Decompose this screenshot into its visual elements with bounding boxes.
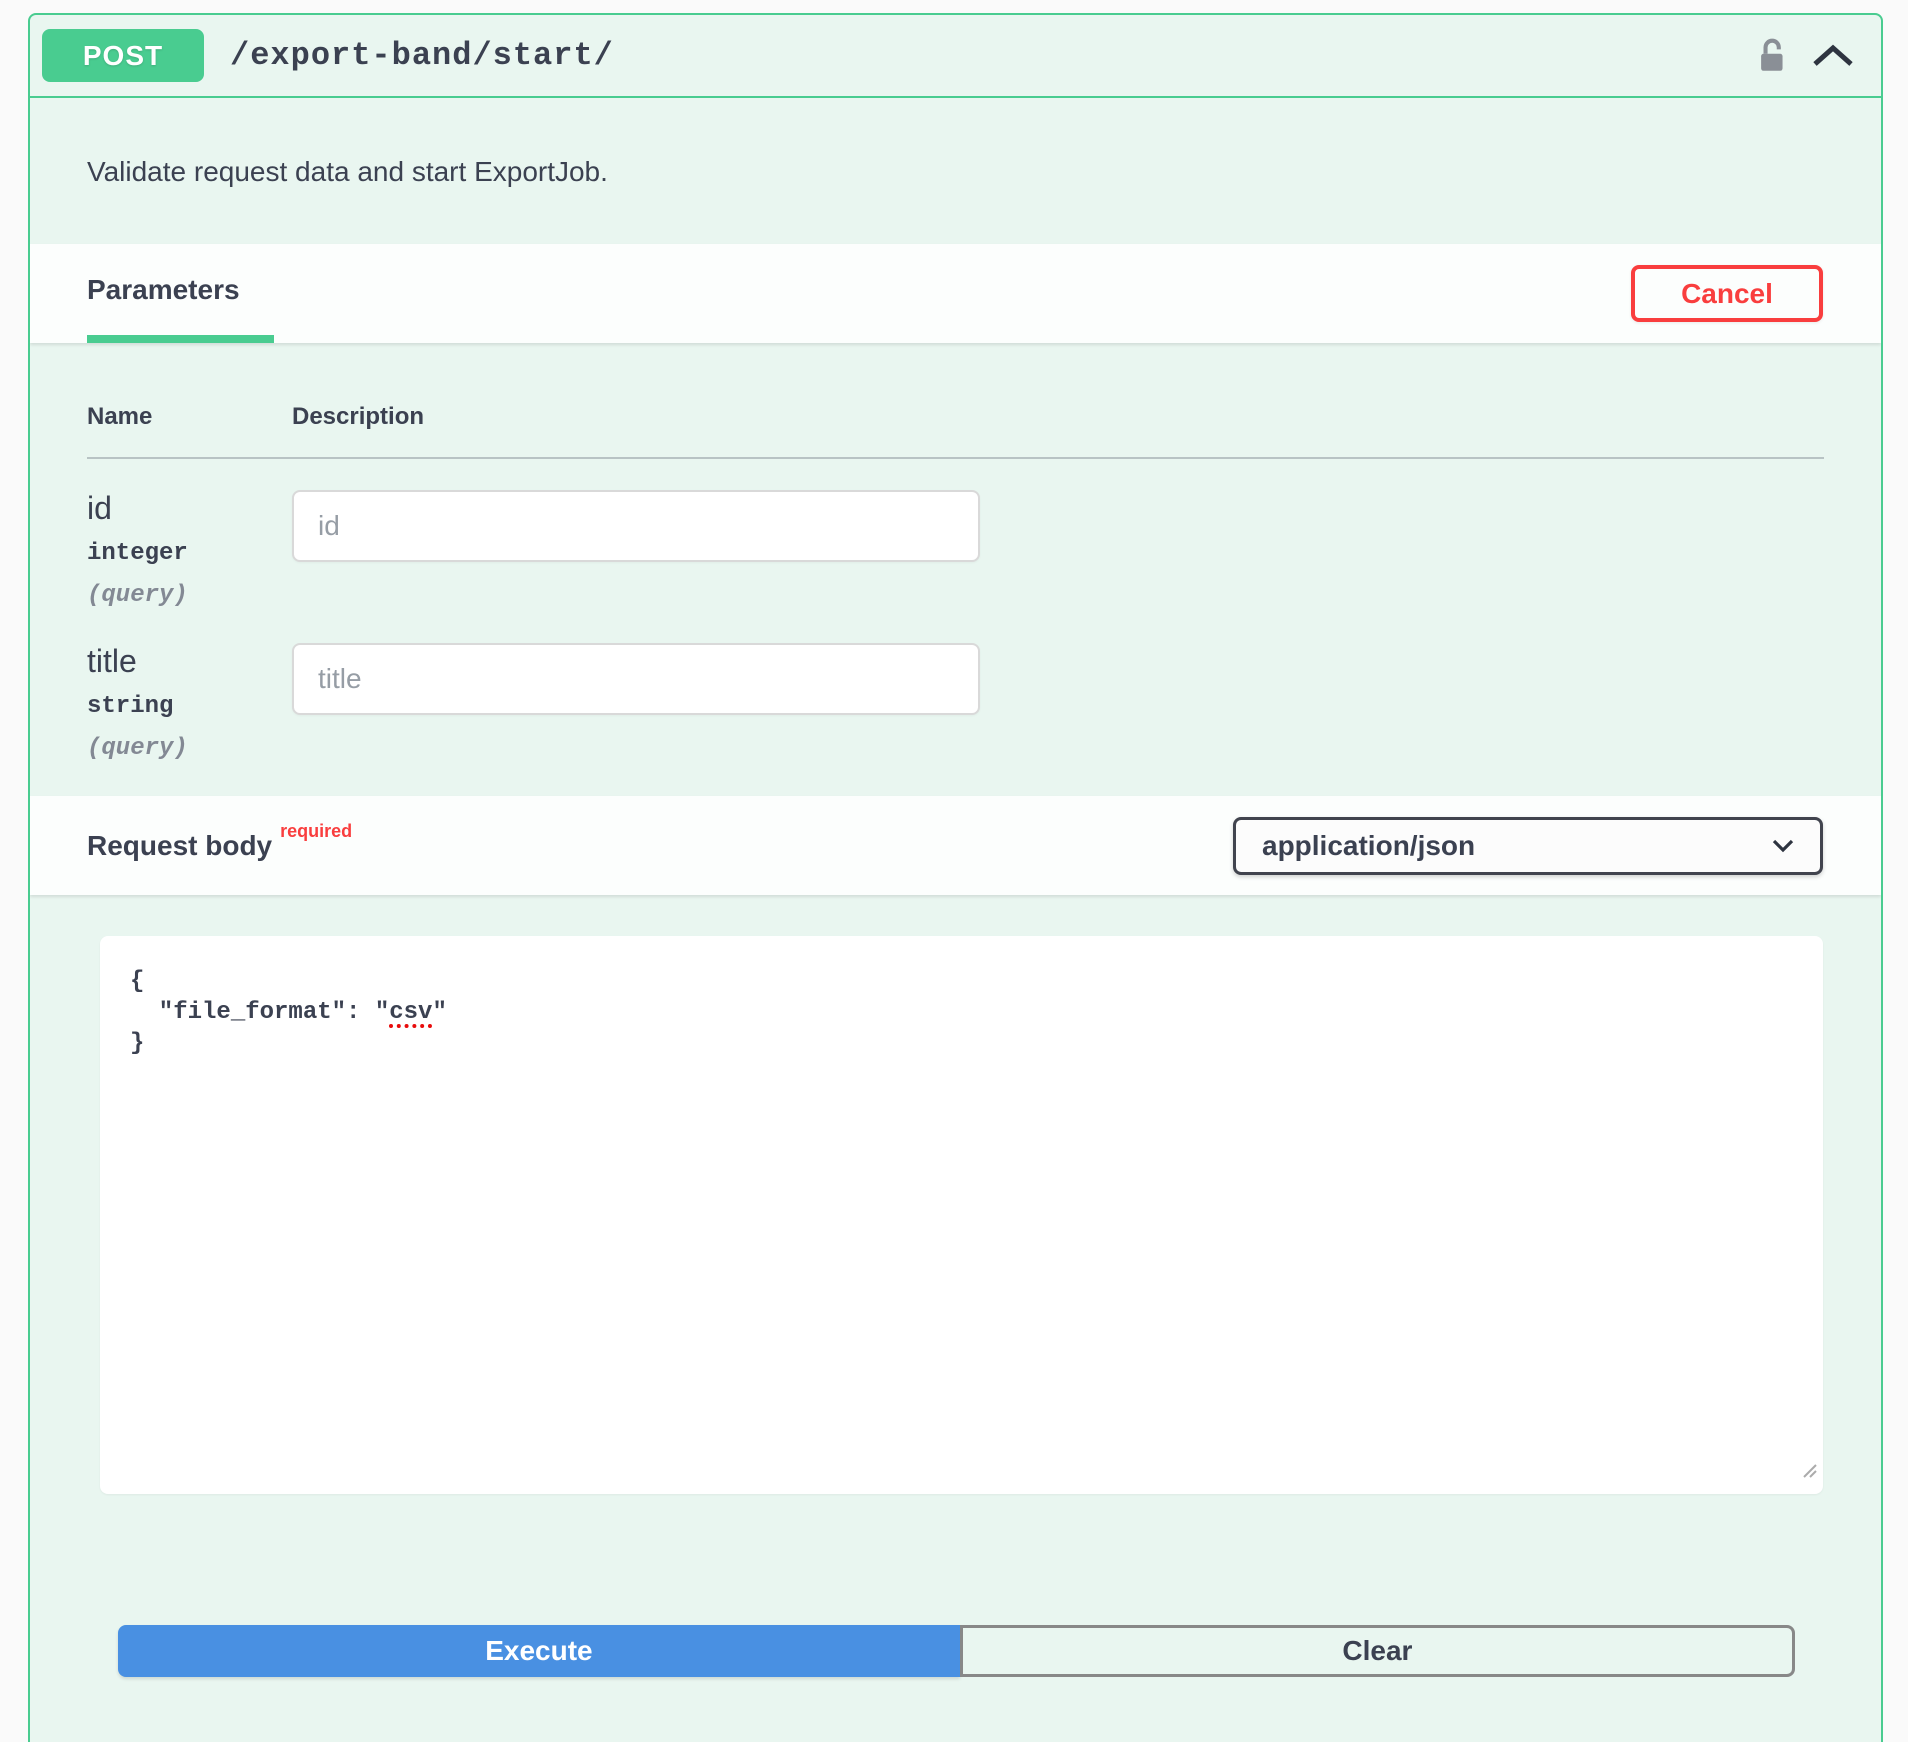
required-badge: required xyxy=(280,821,352,842)
request-body-editor[interactable]: { "file_format": "csv" } xyxy=(100,936,1823,1494)
title-parameter-input[interactable] xyxy=(292,643,980,715)
parameter-name: id xyxy=(87,490,292,527)
collapse-chevron-up-icon[interactable] xyxy=(1811,43,1855,69)
parameters-section-header: Parameters Cancel xyxy=(30,244,1881,343)
spellcheck-underlined-value: csv xyxy=(389,999,432,1026)
content-type-selected-value: application/json xyxy=(1262,830,1475,862)
code-line: { xyxy=(130,966,1823,997)
parameters-table-header: Name Description xyxy=(87,403,1824,431)
code-line: } xyxy=(130,1028,1823,1059)
http-method-badge: POST xyxy=(42,29,204,82)
action-buttons-row: Execute Clear xyxy=(118,1625,1795,1677)
tab-parameters: Parameters xyxy=(87,244,274,343)
endpoint-path: /export-band/start/ xyxy=(230,37,614,74)
execute-button[interactable]: Execute xyxy=(118,1625,960,1677)
parameters-table: Name Description id integer (query) titl… xyxy=(30,343,1881,778)
resize-grip-icon[interactable] xyxy=(1800,1458,1818,1489)
request-body-section-header: Request body required application/json xyxy=(30,796,1881,895)
code-line: "file_format": "csv" xyxy=(130,997,1823,1028)
id-parameter-input[interactable] xyxy=(292,490,980,562)
auth-unlock-icon[interactable] xyxy=(1755,36,1789,76)
chevron-down-icon xyxy=(1772,839,1794,853)
parameter-name: title xyxy=(87,643,292,680)
column-header-name: Name xyxy=(87,403,292,431)
parameter-type: integer xyxy=(87,540,292,567)
parameter-type: string xyxy=(87,693,292,720)
request-body-label: Request body xyxy=(87,830,272,862)
cancel-button[interactable]: Cancel xyxy=(1631,265,1823,322)
column-header-description: Description xyxy=(292,403,424,431)
request-body-area: { "file_format": "csv" } Execute Clear xyxy=(30,895,1881,1677)
clear-button[interactable]: Clear xyxy=(960,1625,1795,1677)
spacer xyxy=(30,191,1881,244)
table-row-id-parameter: id integer (query) xyxy=(87,490,1824,625)
table-row-title-parameter: title string (query) xyxy=(87,643,1824,778)
operation-description: Validate request data and start ExportJo… xyxy=(30,98,1881,191)
content-type-select[interactable]: application/json xyxy=(1233,817,1823,875)
parameter-location: (query) xyxy=(87,582,292,609)
parameter-location: (query) xyxy=(87,735,292,762)
operation-block-post: POST /export-band/start/ Validate reques… xyxy=(28,13,1883,1742)
operation-summary[interactable]: POST /export-band/start/ xyxy=(30,15,1881,98)
